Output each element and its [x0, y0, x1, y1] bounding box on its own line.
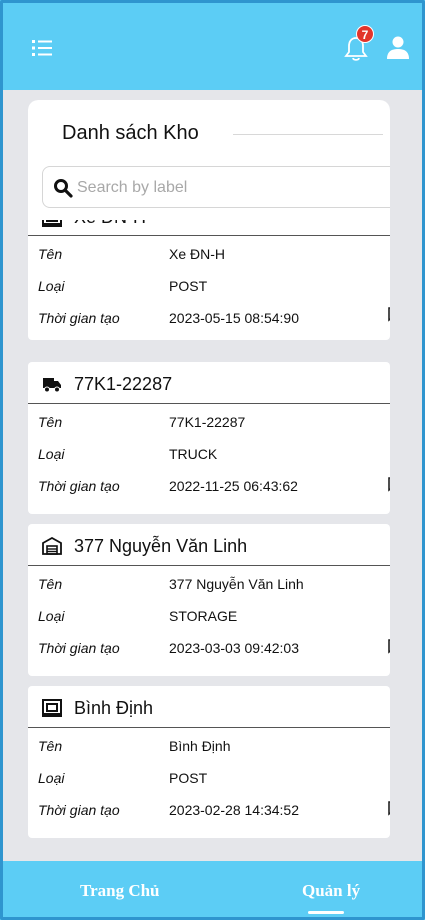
field-value: 2022-11-25 06:43:62 — [169, 478, 298, 494]
field-row-name: Tên 377 Nguyễn Văn Linh — [28, 570, 390, 600]
app-frame: 7 Danh sách Kho Xe ĐN-H — [0, 0, 425, 920]
warehouse-card[interactable]: Bình Định Tên Bình Định Loại POST Thời g… — [28, 686, 390, 838]
field-label: Thời gian tạo — [38, 640, 120, 656]
card-title: 377 Nguyễn Văn Linh — [74, 536, 248, 556]
card-header: 377 Nguyễn Văn Linh — [28, 524, 390, 566]
field-label: Thời gian tạo — [38, 310, 120, 326]
field-value: 2023-02-28 14:34:52 — [169, 802, 299, 818]
card-title: Bình Định — [74, 698, 154, 718]
field-value: STORAGE — [169, 608, 238, 624]
field-row-created: Thời gian tạo 2023-05-15 08:54:90 — [28, 304, 390, 334]
message-icon[interactable] — [387, 306, 390, 322]
field-label: Loại — [38, 770, 65, 786]
field-row-type: Loại TRUCK — [28, 440, 390, 470]
card-header: Bình Định — [28, 686, 390, 728]
page-title: Danh sách Kho — [62, 122, 199, 144]
title-divider — [233, 134, 383, 135]
post-icon — [42, 699, 62, 717]
warehouse-cards: Xe ĐN-H Tên Xe ĐN-H Loại POST Thời gian … — [28, 220, 390, 860]
notification-badge: 7 — [356, 25, 374, 43]
field-label: Thời gian tạo — [38, 478, 120, 494]
bottom-nav: Trang Chủ Quản lý — [3, 861, 422, 917]
field-label: Tên — [38, 738, 63, 754]
field-label: Tên — [38, 576, 63, 592]
field-row-type: Loại POST — [28, 272, 390, 302]
warehouse-card[interactable]: 77K1-22287 Tên 77K1-22287 Loại TRUCK Thờ… — [28, 362, 390, 514]
card-header: Xe ĐN-H — [28, 220, 390, 236]
field-label: Loại — [38, 278, 65, 294]
list-menu-icon[interactable] — [31, 37, 53, 59]
field-row-name: Tên 77K1-22287 — [28, 408, 390, 438]
field-row-created: Thời gian tạo 2022-11-25 06:43:62 — [28, 472, 390, 502]
storage-icon — [42, 537, 62, 555]
warehouse-card[interactable]: 377 Nguyễn Văn Linh Tên 377 Nguyễn Văn L… — [28, 524, 390, 676]
user-icon[interactable] — [386, 35, 410, 59]
field-label: Loại — [38, 608, 65, 624]
warehouse-list-panel: Danh sách Kho Xe ĐN-H Tên Xe ĐN-H — [28, 100, 390, 860]
field-row-name: Tên Bình Định — [28, 732, 390, 762]
warehouse-card[interactable]: Xe ĐN-H Tên Xe ĐN-H Loại POST Thời gian … — [28, 220, 390, 340]
card-title: Xe ĐN-H — [74, 220, 146, 228]
field-label: Thời gian tạo — [38, 802, 120, 818]
field-value: 377 Nguyễn Văn Linh — [169, 576, 304, 592]
field-value: Xe ĐN-H — [169, 246, 226, 262]
search-icon — [54, 179, 73, 198]
field-row-name: Tên Xe ĐN-H — [28, 240, 390, 270]
field-label: Loại — [38, 446, 65, 462]
field-value: TRUCK — [169, 446, 218, 462]
field-label: Tên — [38, 246, 63, 262]
field-label: Tên — [38, 414, 63, 430]
field-row-type: Loại POST — [28, 764, 390, 794]
field-value: 2023-05-15 08:54:90 — [169, 310, 299, 326]
tab-home[interactable]: Trang Chủ — [80, 881, 160, 901]
search-placeholder: Search by label — [77, 179, 188, 196]
active-tab-indicator — [308, 911, 344, 914]
tab-manage[interactable]: Quản lý — [302, 881, 360, 901]
field-value: 77K1-22287 — [169, 414, 246, 430]
field-row-created: Thời gian tạo 2023-02-28 14:34:52 — [28, 796, 390, 826]
card-title: 77K1-22287 — [74, 374, 173, 394]
search-input[interactable]: Search by label — [42, 166, 390, 208]
top-bar: 7 — [3, 3, 422, 90]
card-header: 77K1-22287 — [28, 362, 390, 404]
field-value: POST — [169, 770, 208, 786]
field-value: 2023-03-03 09:42:03 — [169, 640, 299, 656]
field-row-created: Thời gian tạo 2023-03-03 09:42:03 — [28, 634, 390, 664]
truck-icon — [43, 378, 61, 393]
field-value: Bình Định — [169, 738, 231, 754]
message-icon[interactable] — [387, 638, 390, 654]
post-icon — [42, 220, 62, 227]
message-icon[interactable] — [387, 800, 390, 816]
message-icon[interactable] — [387, 476, 390, 492]
field-row-type: Loại STORAGE — [28, 602, 390, 632]
field-value: POST — [169, 278, 208, 294]
